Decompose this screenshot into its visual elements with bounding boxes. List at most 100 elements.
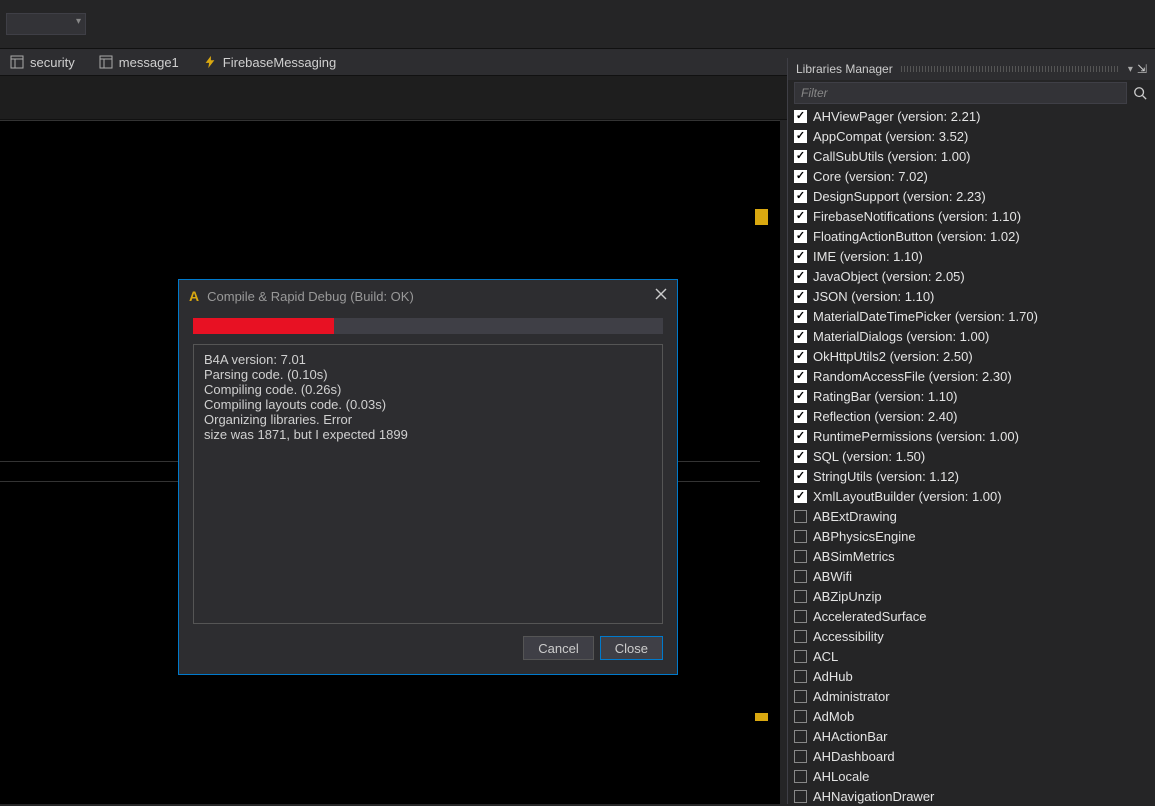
library-item[interactable]: ABPhysicsEngine	[788, 526, 1155, 546]
library-item[interactable]: Reflection (version: 2.40)	[788, 406, 1155, 426]
library-item[interactable]: ABSimMetrics	[788, 546, 1155, 566]
library-item[interactable]: FirebaseNotifications (version: 1.10)	[788, 206, 1155, 226]
filter-input[interactable]	[794, 82, 1127, 104]
library-item[interactable]: RatingBar (version: 1.10)	[788, 386, 1155, 406]
library-item[interactable]: ABWifi	[788, 566, 1155, 586]
checkbox[interactable]	[794, 410, 807, 423]
panel-title: Libraries Manager	[796, 62, 893, 76]
library-item[interactable]: MaterialDialogs (version: 1.00)	[788, 326, 1155, 346]
library-item[interactable]: MaterialDateTimePicker (version: 1.70)	[788, 306, 1155, 326]
checkbox[interactable]	[794, 650, 807, 663]
library-label: AHNavigationDrawer	[813, 789, 934, 804]
library-item[interactable]: JSON (version: 1.10)	[788, 286, 1155, 306]
checkbox[interactable]	[794, 510, 807, 523]
marker-icon	[755, 217, 768, 225]
tab-message1[interactable]: message1	[99, 55, 179, 70]
library-item[interactable]: OkHttpUtils2 (version: 2.50)	[788, 346, 1155, 366]
library-item[interactable]: IME (version: 1.10)	[788, 246, 1155, 266]
library-item[interactable]: SQL (version: 1.50)	[788, 446, 1155, 466]
checkbox[interactable]	[794, 670, 807, 683]
checkbox[interactable]	[794, 710, 807, 723]
library-label: ABZipUnzip	[813, 589, 882, 604]
library-label: AppCompat (version: 3.52)	[813, 129, 968, 144]
search-icon[interactable]	[1131, 84, 1149, 102]
library-label: AcceleratedSurface	[813, 609, 926, 624]
library-item[interactable]: AppCompat (version: 3.52)	[788, 126, 1155, 146]
checkbox[interactable]	[794, 290, 807, 303]
close-button[interactable]: Close	[600, 636, 663, 660]
checkbox[interactable]	[794, 550, 807, 563]
dialog-log[interactable]: B4A version: 7.01 Parsing code. (0.10s) …	[193, 344, 663, 624]
library-label: SQL (version: 1.50)	[813, 449, 925, 464]
library-item[interactable]: RandomAccessFile (version: 2.30)	[788, 366, 1155, 386]
library-item[interactable]: JavaObject (version: 2.05)	[788, 266, 1155, 286]
checkbox[interactable]	[794, 330, 807, 343]
library-item[interactable]: FloatingActionButton (version: 1.02)	[788, 226, 1155, 246]
checkbox[interactable]	[794, 130, 807, 143]
library-item[interactable]: AHLocale	[788, 766, 1155, 786]
layout-icon	[99, 55, 113, 69]
library-item[interactable]: AHNavigationDrawer	[788, 786, 1155, 806]
library-item[interactable]: AdHub	[788, 666, 1155, 686]
library-label: AdMob	[813, 709, 854, 724]
library-item[interactable]: AdMob	[788, 706, 1155, 726]
checkbox[interactable]	[794, 630, 807, 643]
progress-bar	[193, 318, 663, 334]
cancel-button[interactable]: Cancel	[523, 636, 593, 660]
checkbox[interactable]	[794, 110, 807, 123]
checkbox[interactable]	[794, 470, 807, 483]
tab-security[interactable]: security	[10, 55, 75, 70]
checkbox[interactable]	[794, 730, 807, 743]
checkbox[interactable]	[794, 250, 807, 263]
library-item[interactable]: Accessibility	[788, 626, 1155, 646]
checkbox[interactable]	[794, 150, 807, 163]
library-item[interactable]: ACL	[788, 646, 1155, 666]
library-item[interactable]: AHDashboard	[788, 746, 1155, 766]
checkbox[interactable]	[794, 770, 807, 783]
library-label: ABPhysicsEngine	[813, 529, 916, 544]
filter-row	[788, 80, 1155, 106]
checkbox[interactable]	[794, 210, 807, 223]
checkbox[interactable]	[794, 170, 807, 183]
library-item[interactable]: Administrator	[788, 686, 1155, 706]
library-item[interactable]: AcceleratedSurface	[788, 606, 1155, 626]
checkbox[interactable]	[794, 570, 807, 583]
library-item[interactable]: CallSubUtils (version: 1.00)	[788, 146, 1155, 166]
panel-menu-arrow[interactable]: ▾	[1128, 64, 1133, 75]
checkbox[interactable]	[794, 530, 807, 543]
library-item[interactable]: ABExtDrawing	[788, 506, 1155, 526]
checkbox[interactable]	[794, 230, 807, 243]
tab-FirebaseMessaging[interactable]: FirebaseMessaging	[203, 55, 336, 70]
library-item[interactable]: AHActionBar	[788, 726, 1155, 746]
library-item[interactable]: Core (version: 7.02)	[788, 166, 1155, 186]
library-item[interactable]: ABZipUnzip	[788, 586, 1155, 606]
checkbox[interactable]	[794, 190, 807, 203]
checkbox[interactable]	[794, 790, 807, 803]
library-item[interactable]: StringUtils (version: 1.12)	[788, 466, 1155, 486]
dialog-title: Compile & Rapid Debug (Build: OK)	[207, 289, 655, 304]
checkbox[interactable]	[794, 310, 807, 323]
panel-header[interactable]: Libraries Manager ▾ ⇲	[788, 58, 1155, 80]
checkbox[interactable]	[794, 450, 807, 463]
checkbox[interactable]	[794, 490, 807, 503]
library-label: JSON (version: 1.10)	[813, 289, 934, 304]
checkbox[interactable]	[794, 430, 807, 443]
checkbox[interactable]	[794, 270, 807, 283]
checkbox[interactable]	[794, 350, 807, 363]
checkbox[interactable]	[794, 590, 807, 603]
tab-label: FirebaseMessaging	[223, 55, 336, 70]
checkbox[interactable]	[794, 690, 807, 703]
close-icon[interactable]	[655, 287, 667, 305]
library-item[interactable]: DesignSupport (version: 2.23)	[788, 186, 1155, 206]
checkbox[interactable]	[794, 370, 807, 383]
checkbox[interactable]	[794, 610, 807, 623]
library-item[interactable]: XmlLayoutBuilder (version: 1.00)	[788, 486, 1155, 506]
checkbox[interactable]	[794, 750, 807, 763]
checkbox[interactable]	[794, 390, 807, 403]
dialog-titlebar[interactable]: A Compile & Rapid Debug (Build: OK)	[179, 280, 677, 312]
toolbar-combo[interactable]	[6, 13, 86, 35]
library-item[interactable]: AHViewPager (version: 2.21)	[788, 106, 1155, 126]
library-label: ABWifi	[813, 569, 852, 584]
pin-icon[interactable]: ⇲	[1137, 62, 1147, 76]
library-item[interactable]: RuntimePermissions (version: 1.00)	[788, 426, 1155, 446]
